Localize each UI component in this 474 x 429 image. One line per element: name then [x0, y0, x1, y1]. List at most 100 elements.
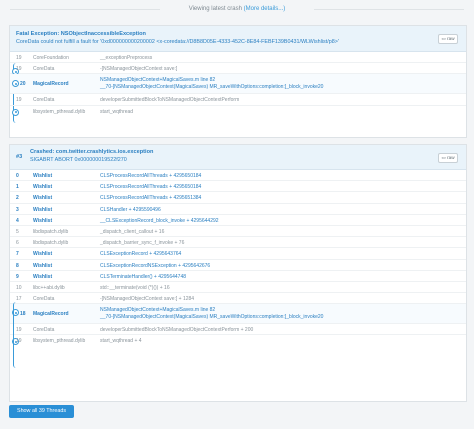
expand-frames-icon[interactable] — [12, 108, 19, 116]
frame-library: libdispatch.dylib — [33, 240, 69, 247]
frame-library: Wishlist — [33, 184, 53, 191]
frame-symbol: start_wqthread — [100, 108, 134, 115]
frame-symbol: developerSubmittedBlockToNSManagedObject… — [100, 327, 254, 334]
frame-library: Wishlist — [33, 217, 53, 224]
frame-library: Wishlist — [33, 262, 53, 269]
stack-frame[interactable]: 19 CoreFoundation __exceptionPreprocess — [10, 52, 466, 64]
frame-library: CoreData — [33, 97, 55, 104]
toggle-icon: ▭ — [441, 155, 446, 160]
stack-frame[interactable]: 19 CoreData developerSubmittedBlockToNSMan… — [10, 324, 466, 336]
frame-symbol: _dispatch_client_callout + 16 — [100, 228, 165, 235]
show-all-threads-button[interactable]: Show all 39 Threads — [9, 405, 74, 418]
frame-symbol: _dispatch_barrier_sync_f_invoke + 76 — [100, 240, 185, 247]
frame-symbol: CLSExceptionRecord + 4295643764 — [100, 251, 182, 258]
stack-frame[interactable]: 10 libc++abi.dylib std::__terminate(void (… — [10, 282, 466, 294]
frame-library: Wishlist — [33, 206, 53, 213]
frame-method: __70-[NSManagedObjectContext(MagicalSave… — [100, 313, 324, 320]
stack-frame[interactable]: 19 libsystem_pthread.dylib start_wqthread … — [10, 335, 466, 346]
frame-library: CoreData — [33, 296, 55, 303]
thread-title: Crashed: com.twitter.crashlytics.ios.exc… — [30, 149, 154, 155]
raw-label: raw — [447, 36, 455, 41]
thread-signal: SIGABRT ABORT 0x000000019522f270 — [30, 157, 127, 163]
stack-frames: 19 CoreFoundation __exceptionPreprocess … — [10, 52, 466, 123]
stack-frame[interactable]: 19 CoreData developerSubmittedBlockToNSM… — [10, 94, 466, 106]
frame-number: 6 — [16, 240, 19, 247]
frame-number: 4 — [16, 217, 19, 224]
stack-frame[interactable]: 5 libdispatch.dylib _dispatch_client_callo… — [10, 226, 466, 238]
frame-library: Wishlist — [33, 273, 53, 280]
toggle-icon: ▭ — [441, 36, 446, 41]
frame-number: 19 — [16, 338, 22, 345]
frame-number: 19 — [16, 66, 22, 73]
divider — [10, 9, 160, 10]
stack-frame[interactable]: 9 Wishlist CLSTerminateHandler() + 4295644… — [10, 271, 466, 282]
frame-symbol: start_wqthread + 4 — [100, 338, 142, 345]
crash-banner: Viewing latest crash (More details...) — [0, 6, 474, 12]
frame-library: MagicalRecord — [33, 81, 69, 88]
frame-symbol: NSManagedObjectContext+MagicalSaves.m li… — [100, 307, 323, 320]
stack-frame[interactable]: 6 libdispatch.dylib _dispatch_barrier_sync… — [10, 237, 466, 249]
frame-number: 19 — [16, 327, 22, 334]
frame-number: 7 — [16, 251, 19, 258]
frame-library: Wishlist — [33, 251, 53, 258]
frame-number: 17 — [16, 296, 22, 303]
stack-frame[interactable]: 7 Wishlist CLSExceptionRecord + 4295643764 — [10, 248, 466, 260]
stack-frame[interactable]: 4 Wishlist __CLSExceptionRecord_block_invo… — [10, 215, 466, 226]
frame-symbol: -[NSManagedObjectContext save:] — [100, 66, 178, 73]
frame-library: libc++abi.dylib — [33, 284, 65, 291]
frame-library: libdispatch.dylib — [33, 228, 69, 235]
frame-number: 19 — [16, 55, 22, 61]
frame-library: Wishlist — [33, 195, 53, 202]
crashed-thread-panel: #3 Crashed: com.twitter.crashlytics.ios.… — [9, 144, 467, 402]
frame-symbol: NSManagedObjectContext+MagicalSaves.m li… — [100, 77, 323, 90]
exception-panel: Fatal Exception: NSObjectInaccessibleExc… — [9, 25, 467, 138]
frame-number: 10 — [16, 284, 22, 291]
stack-frame-highlighted[interactable]: 18 MagicalRecord NSManagedObjectContext+Ma… — [10, 304, 466, 325]
frame-library: MagicalRecord — [33, 311, 69, 318]
frame-symbol: CLSProcessRecordAllThreads + 4295650184 — [100, 184, 202, 191]
thread-header: #3 Crashed: com.twitter.crashlytics.ios.… — [10, 145, 466, 170]
stack-frame[interactable]: 3 Wishlist CLSHandler + 4295590496 — [10, 204, 466, 215]
frame-library: CoreFoundation — [33, 55, 69, 61]
divider — [314, 9, 464, 10]
frame-library: Wishlist — [33, 173, 53, 179]
banner-label: Viewing latest crash — [188, 6, 242, 12]
frame-library: CoreData — [33, 327, 55, 334]
stack-frame[interactable]: 8 Wishlist CLSExceptionRecordNSException +… — [10, 260, 466, 271]
frame-number: 9 — [16, 273, 19, 280]
frame-symbol: CLSTerminateHandler() + 4295644748 — [100, 273, 187, 280]
frame-number: 2 — [16, 195, 19, 202]
frame-library: CoreData — [33, 66, 55, 73]
frame-symbol: std::__terminate(void (*)()) + 16 — [100, 284, 170, 291]
frame-number: 5 — [16, 228, 19, 235]
frame-number: 1 — [16, 184, 19, 191]
exception-title: Fatal Exception: NSObjectInaccessibleExc… — [16, 31, 146, 37]
raw-toggle-button[interactable]: ▭ raw — [438, 34, 458, 44]
stack-frame-highlighted[interactable]: 20 MagicalRecord NSManagedObjectContext+… — [10, 74, 466, 95]
frame-symbol: CLSExceptionRecordNSException + 42956426… — [100, 262, 211, 269]
stack-frames: 0 Wishlist CLSProcessRecordAllThreads + 42… — [10, 170, 466, 368]
stack-frame[interactable]: 19 CoreData -[NSManagedObjectContext sav… — [10, 63, 466, 76]
frame-symbol: __exceptionPreprocess — [100, 55, 153, 61]
frame-symbol: __CLSExceptionRecord_block_invoke + 4295… — [100, 217, 219, 224]
frame-number: 0 — [16, 173, 19, 179]
frame-symbol: CLSProcessRecordAllThreads + 4295651384 — [100, 195, 202, 202]
frame-library: libsystem_pthread.dylib — [33, 108, 86, 115]
stack-frame[interactable]: libsystem_pthread.dylib start_wqthread — [10, 106, 466, 117]
more-details-link[interactable]: (More details...) — [244, 6, 286, 12]
collapsed-frames-bracket[interactable] — [13, 302, 17, 368]
thread-number: #3 — [16, 154, 23, 160]
stack-frame[interactable]: 1 Wishlist CLSProcessRecordAllThreads + 42… — [10, 181, 466, 193]
frame-number: 19 — [16, 97, 22, 104]
frame-method: __70-[NSManagedObjectContext(MagicalSave… — [100, 83, 324, 90]
frame-library: libsystem_pthread.dylib — [33, 338, 86, 345]
exception-header: Fatal Exception: NSObjectInaccessibleExc… — [10, 26, 466, 52]
stack-frame[interactable]: 2 Wishlist CLSProcessRecordAllThreads + 42… — [10, 192, 466, 204]
frame-symbol: CLSProcessRecordAllThreads + 4295650184 — [100, 173, 202, 179]
frame-symbol: -[NSManagedObjectContext save:] + 1284 — [100, 296, 195, 303]
stack-frame[interactable]: 17 CoreData -[NSManagedObjectContext save:… — [10, 293, 466, 305]
frame-symbol: developerSubmittedBlockToNSManagedObject… — [100, 97, 240, 104]
exception-subtitle: CoreData could not fulfill a fault for '… — [16, 39, 339, 45]
stack-frame[interactable]: 0 Wishlist CLSProcessRecordAllThreads + 42… — [10, 170, 466, 182]
raw-toggle-button[interactable]: ▭ raw — [438, 153, 458, 163]
